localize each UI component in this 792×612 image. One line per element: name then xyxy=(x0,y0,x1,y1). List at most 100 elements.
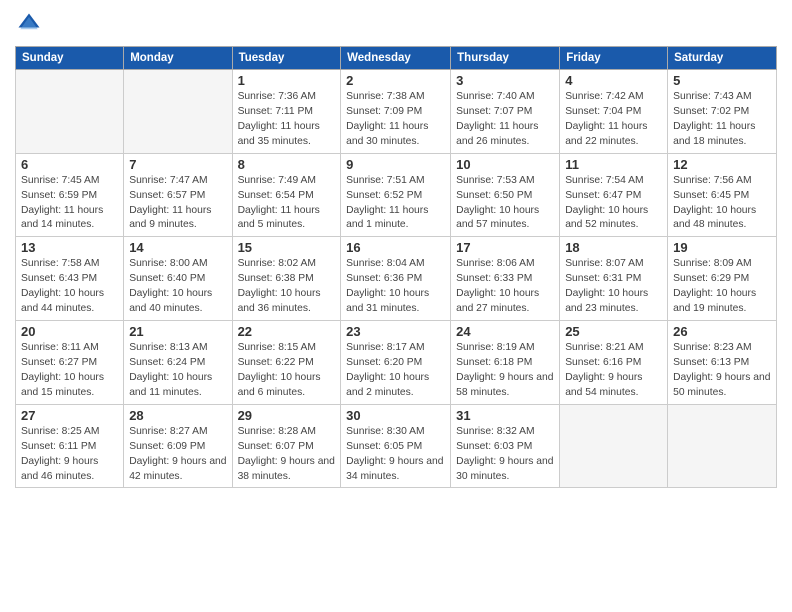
day-info: Sunrise: 7:53 AM Sunset: 6:50 PM Dayligh… xyxy=(456,174,554,234)
calendar-cell: 25 Sunrise: 8:21 AM Sunset: 6:16 PM Dayli… xyxy=(560,321,668,405)
calendar-cell: 18 Sunrise: 8:07 AM Sunset: 6:31 PM Dayli… xyxy=(560,237,668,321)
day-info: Sunrise: 7:40 AM Sunset: 7:07 PM Dayligh… xyxy=(456,90,554,150)
day-number: 19 xyxy=(673,240,771,255)
day-number: 24 xyxy=(456,324,554,339)
day-info: Sunrise: 8:09 AM Sunset: 6:29 PM Dayligh… xyxy=(673,257,771,317)
calendar-cell: 26 Sunrise: 8:23 AM Sunset: 6:13 PM Dayli… xyxy=(668,321,777,405)
calendar-cell: 5 Sunrise: 7:43 AM Sunset: 7:02 PM Daylig… xyxy=(668,70,777,154)
day-info: Sunrise: 8:23 AM Sunset: 6:13 PM Dayligh… xyxy=(673,341,771,401)
day-info: Sunrise: 7:38 AM Sunset: 7:09 PM Dayligh… xyxy=(346,90,445,150)
day-number: 7 xyxy=(129,157,226,172)
day-info: Sunrise: 7:45 AM Sunset: 6:59 PM Dayligh… xyxy=(21,174,118,234)
logo-icon xyxy=(15,10,43,38)
day-number: 25 xyxy=(565,324,662,339)
day-info: Sunrise: 7:43 AM Sunset: 7:02 PM Dayligh… xyxy=(673,90,771,150)
calendar-week-0: 1Sunrise: 7:36 AM Sunset: 7:11 PM Daylig… xyxy=(16,70,777,154)
day-number: 3 xyxy=(456,73,554,88)
calendar-cell: 27Sunrise: 8:25 AM Sunset: 6:11 PM Dayli… xyxy=(16,404,124,488)
day-info: Sunrise: 8:21 AM Sunset: 6:16 PM Dayligh… xyxy=(565,341,662,401)
page: SundayMondayTuesdayWednesdayThursdayFrid… xyxy=(0,0,792,612)
header xyxy=(15,10,777,38)
day-info: Sunrise: 8:28 AM Sunset: 6:07 PM Dayligh… xyxy=(238,425,336,485)
day-number: 18 xyxy=(565,240,662,255)
day-number: 15 xyxy=(238,240,336,255)
calendar-cell: 9Sunrise: 7:51 AM Sunset: 6:52 PM Daylig… xyxy=(341,153,451,237)
day-info: Sunrise: 8:02 AM Sunset: 6:38 PM Dayligh… xyxy=(238,257,336,317)
calendar-week-2: 13 Sunrise: 7:58 AM Sunset: 6:43 PM Dayli… xyxy=(16,237,777,321)
calendar-cell: 1Sunrise: 7:36 AM Sunset: 7:11 PM Daylig… xyxy=(232,70,341,154)
calendar-cell: 17 Sunrise: 8:06 AM Sunset: 6:33 PM Dayli… xyxy=(451,237,560,321)
calendar-cell: 30 Sunrise: 8:30 AM Sunset: 6:05 PM Dayli… xyxy=(341,404,451,488)
day-info: Sunrise: 8:19 AM Sunset: 6:18 PM Dayligh… xyxy=(456,341,554,401)
day-number: 22 xyxy=(238,324,336,339)
day-number: 17 xyxy=(456,240,554,255)
day-number: 11 xyxy=(565,157,662,172)
calendar-cell: 22 Sunrise: 8:15 AM Sunset: 6:22 PM Dayli… xyxy=(232,321,341,405)
day-number: 13 xyxy=(21,240,118,255)
day-info: Sunrise: 7:54 AM Sunset: 6:47 PM Dayligh… xyxy=(565,174,662,234)
weekday-header-thursday: Thursday xyxy=(451,47,560,70)
day-number: 28 xyxy=(129,408,226,423)
day-info: Sunrise: 7:58 AM Sunset: 6:43 PM Dayligh… xyxy=(21,257,118,317)
calendar-cell: 23Sunrise: 8:17 AM Sunset: 6:20 PM Dayli… xyxy=(341,321,451,405)
calendar-week-1: 6 Sunrise: 7:45 AM Sunset: 6:59 PM Daylig… xyxy=(16,153,777,237)
day-info: Sunrise: 8:04 AM Sunset: 6:36 PM Dayligh… xyxy=(346,257,445,317)
day-number: 4 xyxy=(565,73,662,88)
day-info: Sunrise: 8:06 AM Sunset: 6:33 PM Dayligh… xyxy=(456,257,554,317)
day-number: 2 xyxy=(346,73,445,88)
day-info: Sunrise: 8:07 AM Sunset: 6:31 PM Dayligh… xyxy=(565,257,662,317)
weekday-header-sunday: Sunday xyxy=(16,47,124,70)
calendar-cell: 16 Sunrise: 8:04 AM Sunset: 6:36 PM Dayli… xyxy=(341,237,451,321)
day-info: Sunrise: 8:11 AM Sunset: 6:27 PM Dayligh… xyxy=(21,341,118,401)
calendar-cell: 7 Sunrise: 7:47 AM Sunset: 6:57 PM Daylig… xyxy=(124,153,232,237)
day-number: 21 xyxy=(129,324,226,339)
calendar-cell: 21 Sunrise: 8:13 AM Sunset: 6:24 PM Dayli… xyxy=(124,321,232,405)
calendar-cell: 12 Sunrise: 7:56 AM Sunset: 6:45 PM Dayli… xyxy=(668,153,777,237)
day-info: Sunrise: 7:49 AM Sunset: 6:54 PM Dayligh… xyxy=(238,174,336,234)
day-info: Sunrise: 8:30 AM Sunset: 6:05 PM Dayligh… xyxy=(346,425,445,485)
day-number: 23 xyxy=(346,324,445,339)
weekday-header-row: SundayMondayTuesdayWednesdayThursdayFrid… xyxy=(16,47,777,70)
calendar-cell: 24 Sunrise: 8:19 AM Sunset: 6:18 PM Dayli… xyxy=(451,321,560,405)
day-number: 8 xyxy=(238,157,336,172)
calendar-table: SundayMondayTuesdayWednesdayThursdayFrid… xyxy=(15,46,777,488)
day-number: 16 xyxy=(346,240,445,255)
weekday-header-wednesday: Wednesday xyxy=(341,47,451,70)
calendar-cell: 29Sunrise: 8:28 AM Sunset: 6:07 PM Dayli… xyxy=(232,404,341,488)
calendar-cell: 3 Sunrise: 7:40 AM Sunset: 7:07 PM Daylig… xyxy=(451,70,560,154)
weekday-header-tuesday: Tuesday xyxy=(232,47,341,70)
day-number: 31 xyxy=(456,408,554,423)
day-info: Sunrise: 8:15 AM Sunset: 6:22 PM Dayligh… xyxy=(238,341,336,401)
day-info: Sunrise: 7:56 AM Sunset: 6:45 PM Dayligh… xyxy=(673,174,771,234)
calendar-cell xyxy=(16,70,124,154)
day-number: 30 xyxy=(346,408,445,423)
day-number: 10 xyxy=(456,157,554,172)
calendar-cell: 4Sunrise: 7:42 AM Sunset: 7:04 PM Daylig… xyxy=(560,70,668,154)
calendar-cell: 13 Sunrise: 7:58 AM Sunset: 6:43 PM Dayli… xyxy=(16,237,124,321)
day-info: Sunrise: 8:27 AM Sunset: 6:09 PM Dayligh… xyxy=(129,425,226,485)
calendar-cell xyxy=(668,404,777,488)
day-number: 26 xyxy=(673,324,771,339)
calendar-week-4: 27Sunrise: 8:25 AM Sunset: 6:11 PM Dayli… xyxy=(16,404,777,488)
weekday-header-saturday: Saturday xyxy=(668,47,777,70)
calendar-cell: 15 Sunrise: 8:02 AM Sunset: 6:38 PM Dayli… xyxy=(232,237,341,321)
day-number: 1 xyxy=(238,73,336,88)
calendar-cell xyxy=(124,70,232,154)
day-number: 20 xyxy=(21,324,118,339)
weekday-header-friday: Friday xyxy=(560,47,668,70)
calendar-cell: 11 Sunrise: 7:54 AM Sunset: 6:47 PM Dayli… xyxy=(560,153,668,237)
calendar-cell: 19 Sunrise: 8:09 AM Sunset: 6:29 PM Dayli… xyxy=(668,237,777,321)
day-info: Sunrise: 8:25 AM Sunset: 6:11 PM Dayligh… xyxy=(21,425,118,485)
calendar-cell: 8 Sunrise: 7:49 AM Sunset: 6:54 PM Daylig… xyxy=(232,153,341,237)
day-number: 14 xyxy=(129,240,226,255)
calendar-cell: 31Sunrise: 8:32 AM Sunset: 6:03 PM Dayli… xyxy=(451,404,560,488)
day-number: 5 xyxy=(673,73,771,88)
day-info: Sunrise: 8:13 AM Sunset: 6:24 PM Dayligh… xyxy=(129,341,226,401)
day-info: Sunrise: 7:47 AM Sunset: 6:57 PM Dayligh… xyxy=(129,174,226,234)
day-number: 12 xyxy=(673,157,771,172)
weekday-header-monday: Monday xyxy=(124,47,232,70)
calendar-cell: 28 Sunrise: 8:27 AM Sunset: 6:09 PM Dayli… xyxy=(124,404,232,488)
logo xyxy=(15,10,47,38)
day-number: 6 xyxy=(21,157,118,172)
calendar-cell: 6 Sunrise: 7:45 AM Sunset: 6:59 PM Daylig… xyxy=(16,153,124,237)
